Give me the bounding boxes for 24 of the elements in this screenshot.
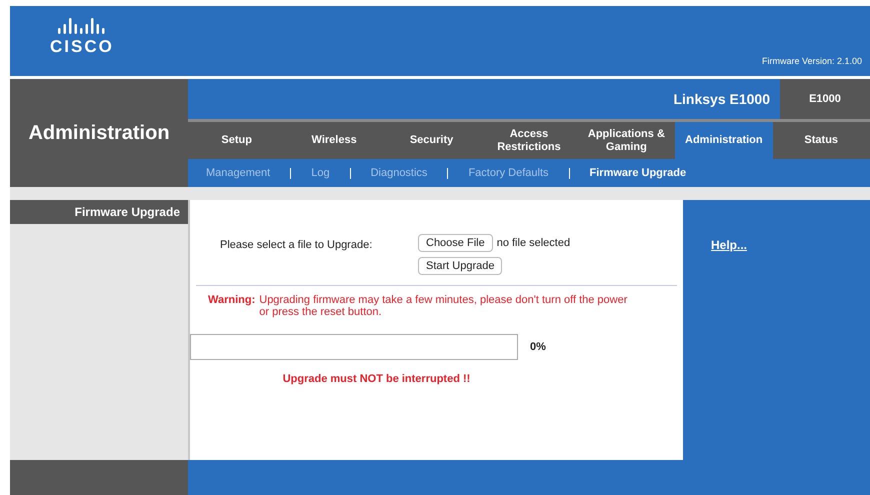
warning-label: Warning: <box>208 294 256 308</box>
start-upgrade-button[interactable]: Start Upgrade <box>418 257 502 275</box>
warning-text: Upgrading firmware may take a few minutes, please don't turn off the power or press the reset button. <box>259 294 628 318</box>
section-title: Administration <box>27 120 171 146</box>
nav-tab[interactable]: Access Restrictions <box>480 122 578 159</box>
logo-text: CISCO <box>50 37 114 57</box>
subnav-link[interactable]: Firmware Upgrade <box>586 167 690 179</box>
choose-file-button[interactable]: Choose File <box>418 234 493 252</box>
field-label: Please select a file to Upgrade: <box>220 238 374 253</box>
help-link[interactable]: Help... <box>711 238 748 252</box>
file-status: no file selected <box>496 237 570 249</box>
progress-reading: 0% <box>530 341 546 353</box>
notice-text: Upgrade must NOT be interrupted !! <box>282 373 472 385</box>
sidebar-heading: Firmware Upgrade <box>10 200 188 224</box>
nav-tab[interactable]: Wireless <box>285 122 383 159</box>
nav-tab[interactable]: Applications & Gaming <box>578 122 676 159</box>
nav-tab[interactable]: Administration <box>675 122 773 159</box>
firmware-version: Firmware Version: 2.1.00 <box>762 56 862 66</box>
nav-tab[interactable]: Status <box>772 122 870 159</box>
logo-bars-icon <box>56 18 107 34</box>
product-name: Linksys E1000 <box>188 79 780 119</box>
nav-tab[interactable]: Setup <box>188 122 286 159</box>
model-label: E1000 <box>808 92 842 107</box>
nav-tab[interactable]: Security <box>382 122 480 159</box>
